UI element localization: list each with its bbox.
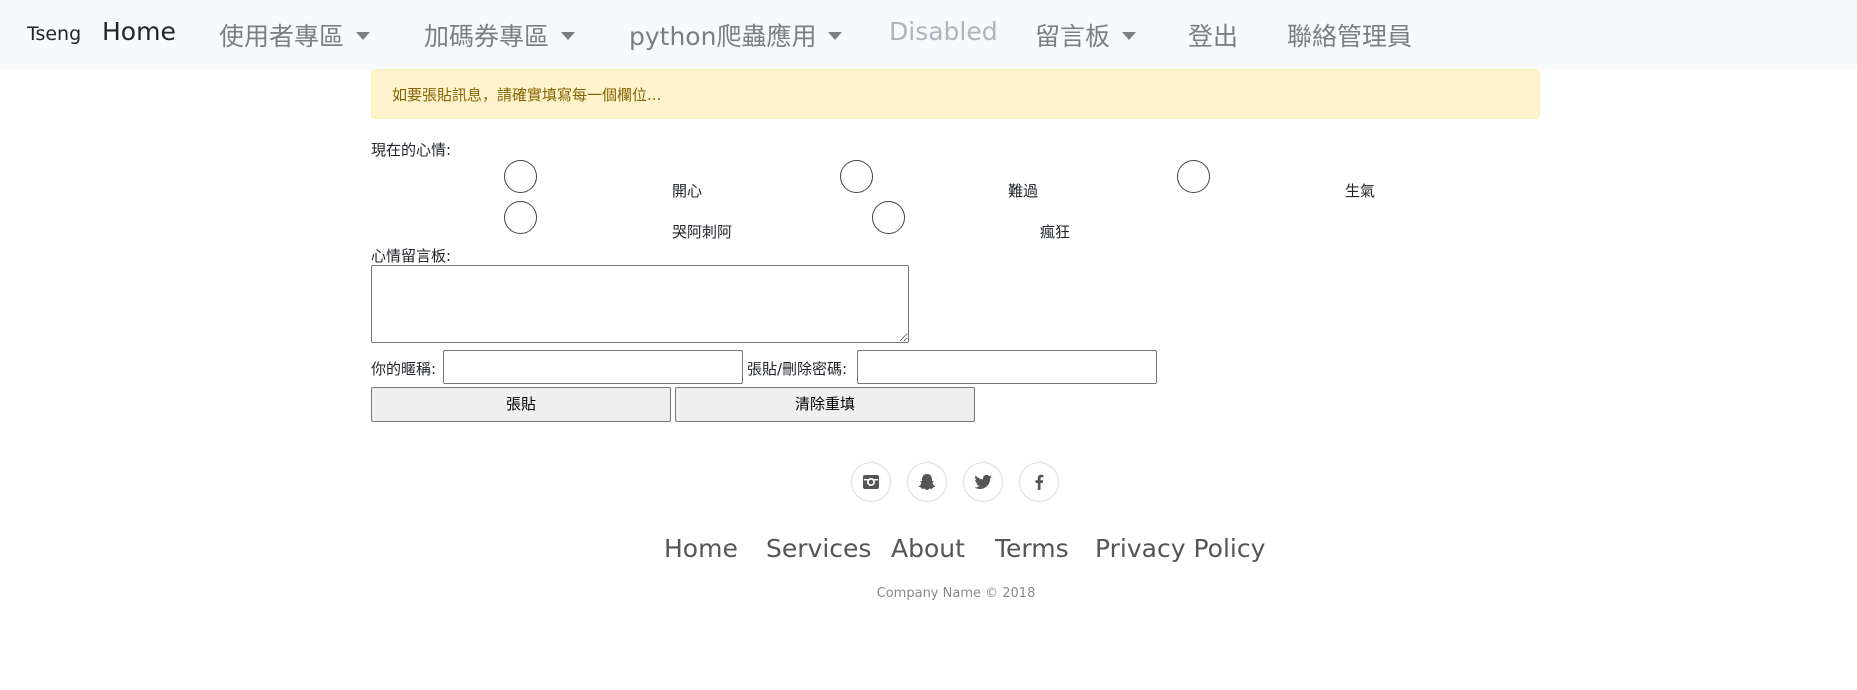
nav-message-board-label: 留言板 bbox=[1035, 22, 1111, 51]
copyright-text: Company Name © 2018 bbox=[876, 586, 1036, 601]
nav-message-board-dropdown[interactable]: 留言板 bbox=[1035, 17, 1137, 53]
submit-button[interactable]: 張貼 bbox=[371, 387, 671, 422]
nav-disabled: Disabled bbox=[889, 17, 998, 46]
twitter-icon bbox=[974, 474, 992, 489]
reset-button[interactable]: 清除重填 bbox=[675, 387, 975, 422]
footer-link-services[interactable]: Services bbox=[766, 534, 871, 563]
mood-radio-crazy[interactable] bbox=[872, 201, 905, 234]
nav-python-crawler-dropdown[interactable]: python爬蟲應用 bbox=[629, 17, 843, 53]
mood-label: 現在的心情: bbox=[371, 141, 452, 159]
mood-label-crying: 哭阿刺阿 bbox=[672, 223, 733, 241]
mood-radio-sad[interactable] bbox=[840, 160, 873, 193]
nav-logout[interactable]: 登出 bbox=[1188, 17, 1238, 53]
nav-home[interactable]: Home bbox=[102, 17, 176, 46]
warning-alert: 如要張貼訊息，請確實填寫每一個欄位... bbox=[371, 69, 1540, 119]
footer-link-about[interactable]: About bbox=[891, 534, 965, 563]
nav-contact-admin[interactable]: 聯絡管理員 bbox=[1287, 17, 1412, 53]
nav-coupon-dropdown[interactable]: 加碼券專區 bbox=[424, 17, 576, 53]
nickname-input[interactable] bbox=[443, 350, 743, 384]
chevron-down-icon bbox=[561, 32, 576, 40]
password-input[interactable] bbox=[857, 350, 1157, 384]
nav-user-area-label: 使用者專區 bbox=[219, 22, 345, 51]
instagram-icon bbox=[863, 475, 879, 489]
footer-link-terms[interactable]: Terms bbox=[995, 534, 1069, 563]
alert-text: 如要張貼訊息，請確實填寫每一個欄位... bbox=[392, 86, 662, 104]
navbar: Tseng Home 使用者專區 加碼券專區 python爬蟲應用 Disabl… bbox=[0, 0, 1857, 69]
nav-coupon-label: 加碼券專區 bbox=[424, 22, 550, 51]
nickname-label: 你的暱稱: bbox=[371, 360, 437, 378]
nav-user-area-dropdown[interactable]: 使用者專區 bbox=[219, 17, 371, 53]
mood-radio-happy[interactable] bbox=[504, 160, 537, 193]
message-textarea[interactable] bbox=[371, 265, 909, 343]
footer-link-home[interactable]: Home bbox=[664, 534, 738, 563]
snapchat-icon bbox=[918, 474, 936, 490]
nav-disabled-label: Disabled bbox=[889, 17, 998, 46]
twitter-link[interactable] bbox=[963, 462, 1003, 502]
mood-radio-angry[interactable] bbox=[1177, 160, 1210, 193]
chevron-down-icon bbox=[1122, 32, 1137, 40]
password-label: 張貼/刪除密碼: bbox=[747, 360, 848, 378]
message-label: 心情留言板: bbox=[371, 247, 452, 265]
mood-label-sad: 難過 bbox=[1008, 182, 1039, 200]
instagram-link[interactable] bbox=[851, 462, 891, 502]
navbar-brand[interactable]: Tseng bbox=[27, 23, 81, 45]
facebook-icon bbox=[1035, 474, 1044, 490]
nav-contact-admin-label: 聯絡管理員 bbox=[1287, 22, 1413, 51]
mood-radio-crying[interactable] bbox=[504, 201, 537, 234]
nav-logout-label: 登出 bbox=[1188, 22, 1239, 51]
footer-link-privacy-policy[interactable]: Privacy Policy bbox=[1095, 534, 1265, 563]
snapchat-link[interactable] bbox=[907, 462, 947, 502]
facebook-link[interactable] bbox=[1019, 462, 1059, 502]
chevron-down-icon bbox=[356, 32, 371, 40]
nav-python-crawler-label: python爬蟲應用 bbox=[629, 22, 817, 51]
mood-label-happy: 開心 bbox=[672, 182, 703, 200]
mood-label-crazy: 瘋狂 bbox=[1040, 223, 1071, 241]
chevron-down-icon bbox=[828, 32, 843, 40]
nav-home-label: Home bbox=[102, 17, 176, 46]
mood-label-angry: 生氣 bbox=[1345, 182, 1376, 200]
